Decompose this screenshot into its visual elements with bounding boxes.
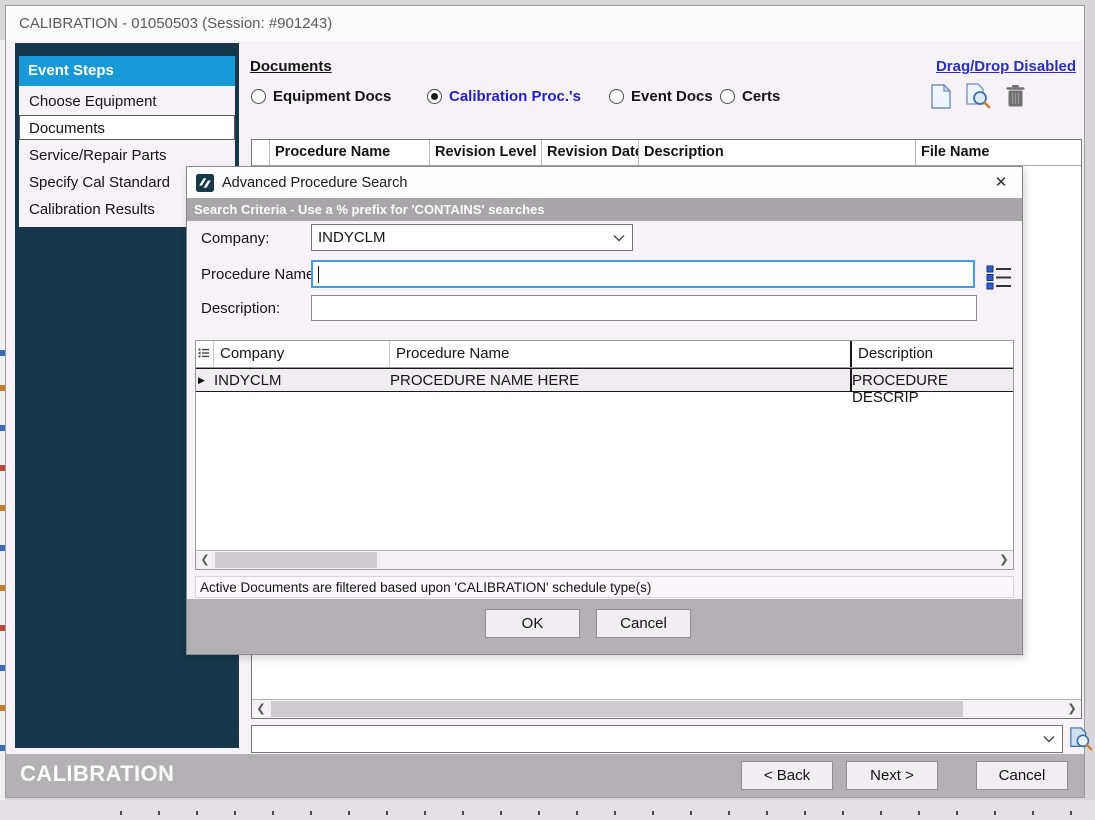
- column-description[interactable]: Description: [639, 140, 916, 165]
- grid-corner-icon: [196, 341, 214, 367]
- cell-company: INDYCLM: [214, 369, 390, 391]
- documents-table-header: Procedure Name Revision Level Revision D…: [252, 140, 1081, 166]
- company-value: INDYCLM: [318, 229, 386, 246]
- procedure-list-icon[interactable]: [986, 263, 1012, 291]
- cell-description: PROCEDURE DESCRIP: [852, 369, 1013, 391]
- scroll-left-icon[interactable]: ❮: [252, 700, 270, 718]
- close-icon[interactable]: ✕: [980, 167, 1022, 198]
- column-procedure-name[interactable]: Procedure Name: [390, 341, 852, 367]
- window-title: CALIBRATION - 01050503 (Session: #901243…: [19, 15, 332, 32]
- procedure-name-label: Procedure Name:: [201, 266, 319, 283]
- sidebar-item-choose-equipment[interactable]: Choose Equipment: [19, 88, 235, 113]
- dialog-cancel-button[interactable]: Cancel: [596, 609, 691, 638]
- results-table-header: Company Procedure Name Description: [196, 341, 1013, 368]
- procedure-name-input[interactable]: [311, 260, 975, 288]
- column-procedure-name[interactable]: Procedure Name: [270, 140, 430, 165]
- advanced-procedure-search-dialog: Advanced Procedure Search ✕ Search Crite…: [186, 166, 1023, 655]
- chevron-down-icon[interactable]: [1043, 736, 1055, 743]
- text-cursor: [318, 266, 319, 283]
- sidebar-item-documents[interactable]: Documents: [19, 115, 235, 140]
- table-row-selected[interactable]: ▶ INDYCLM PROCEDURE NAME HERE PROCEDURE …: [196, 368, 1013, 392]
- radio-circle[interactable]: [609, 89, 624, 104]
- document-toolbar: [928, 83, 1028, 109]
- preview-document-icon[interactable]: [965, 83, 991, 109]
- column-revision-date[interactable]: Revision Date: [542, 140, 639, 165]
- dialog-titlebar: Advanced Procedure Search ✕: [187, 167, 1022, 198]
- wizard-title: CALIBRATION: [20, 761, 174, 787]
- dialog-footer: OK Cancel: [187, 599, 1022, 654]
- row-indicator-column: [252, 140, 270, 165]
- event-steps-header: Event Steps: [19, 56, 235, 86]
- add-procedure-combobox[interactable]: [251, 725, 1063, 753]
- scroll-right-icon[interactable]: ❯: [1063, 700, 1081, 718]
- background-window-bottom: [0, 800, 1095, 820]
- column-revision-level[interactable]: Revision Level: [430, 140, 542, 165]
- column-description[interactable]: Description: [852, 341, 1013, 367]
- delete-icon[interactable]: [1002, 83, 1028, 109]
- company-dropdown[interactable]: INDYCLM: [311, 224, 633, 251]
- current-row-marker: ▶: [196, 369, 214, 391]
- scroll-right-icon[interactable]: ❯: [995, 551, 1013, 569]
- scrollbar-thumb[interactable]: [271, 701, 963, 717]
- wizard-footer: CALIBRATION < Back Next > Cancel: [6, 754, 1084, 797]
- radio-equipment-docs[interactable]: Equipment Docs: [251, 88, 391, 105]
- documents-heading: Documents: [250, 58, 332, 75]
- app-logo-icon: [196, 174, 214, 192]
- radio-circle[interactable]: [251, 89, 266, 104]
- window-titlebar: CALIBRATION - 01050503 (Session: #901243…: [6, 6, 1084, 41]
- back-button[interactable]: < Back: [741, 761, 833, 790]
- radio-certs[interactable]: Certs: [720, 88, 780, 105]
- description-input[interactable]: [311, 295, 977, 321]
- procedure-search-icon[interactable]: [1068, 725, 1094, 753]
- search-criteria-banner: Search Criteria - Use a % prefix for 'CO…: [187, 198, 1022, 221]
- radio-circle[interactable]: [720, 89, 735, 104]
- results-table-hscrollbar[interactable]: ❮ ❯: [196, 550, 1013, 569]
- scrollbar-thumb[interactable]: [215, 552, 377, 568]
- background-text-fragments: [120, 811, 1085, 815]
- desktop: CALIBRATION - 01050503 (Session: #901243…: [0, 0, 1095, 820]
- cell-procedure-name: PROCEDURE NAME HERE: [390, 369, 852, 391]
- description-label: Description:: [201, 300, 280, 317]
- column-file-name[interactable]: File Name: [916, 140, 1081, 165]
- search-results-table: Company Procedure Name Description ▶ IND…: [195, 340, 1014, 570]
- radio-circle-checked[interactable]: [427, 89, 442, 104]
- sidebar-item-service-repair-parts[interactable]: Service/Repair Parts: [19, 142, 235, 167]
- column-company[interactable]: Company: [214, 341, 390, 367]
- wizard-cancel-button[interactable]: Cancel: [976, 761, 1068, 790]
- company-label: Company:: [201, 230, 269, 247]
- documents-table-hscrollbar[interactable]: ❮ ❯: [252, 699, 1081, 718]
- chevron-down-icon[interactable]: [613, 234, 625, 241]
- ok-button[interactable]: OK: [485, 609, 580, 638]
- radio-event-docs[interactable]: Event Docs: [609, 88, 713, 105]
- next-button[interactable]: Next >: [846, 761, 938, 790]
- drag-drop-disabled-link[interactable]: Drag/Drop Disabled: [936, 58, 1076, 75]
- scroll-left-icon[interactable]: ❮: [196, 551, 214, 569]
- filter-status-text: Active Documents are filtered based upon…: [195, 576, 1014, 598]
- new-document-icon[interactable]: [928, 83, 954, 109]
- dialog-title: Advanced Procedure Search: [222, 175, 407, 191]
- radio-calibration-procs[interactable]: Calibration Proc.'s: [427, 88, 581, 105]
